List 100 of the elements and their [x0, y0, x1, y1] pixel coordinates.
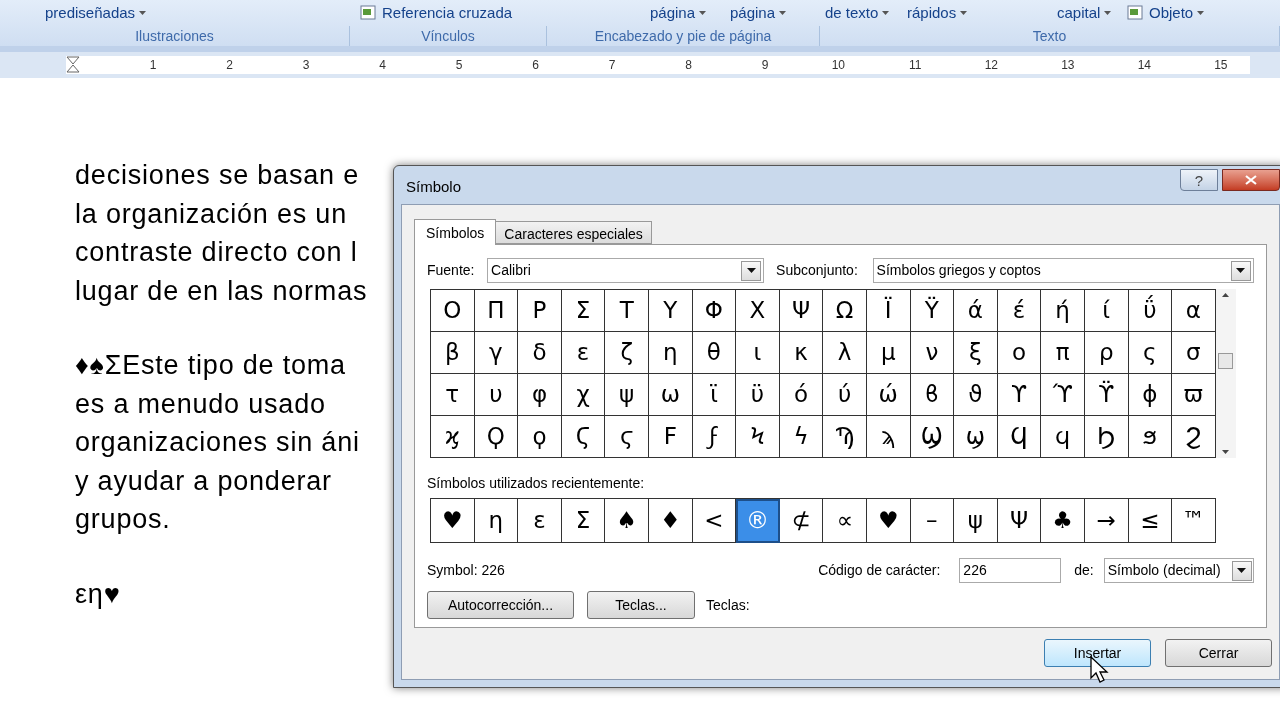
symbol-cell[interactable]: ϖ: [1172, 374, 1216, 416]
ribbon-button[interactable]: página: [650, 1, 730, 25]
symbol-cell[interactable]: Ϟ: [736, 416, 780, 458]
symbol-cell[interactable]: τ: [431, 374, 475, 416]
symbol-cell[interactable]: ζ: [605, 332, 649, 374]
symbol-cell[interactable]: Ϛ: [561, 416, 606, 458]
ribbon-button[interactable]: Objeto: [1127, 1, 1237, 25]
symbol-cell[interactable]: ϐ: [910, 374, 955, 416]
symbol-cell[interactable]: Ϝ: [648, 416, 693, 458]
scrollbar[interactable]: [1215, 289, 1236, 458]
symbol-cell[interactable]: υ: [474, 374, 519, 416]
symbol-cell[interactable]: ή: [1041, 290, 1085, 332]
char-code-field[interactable]: 226: [959, 558, 1062, 583]
symbol-cell[interactable]: Π: [474, 290, 519, 332]
symbol-cell[interactable]: γ: [474, 332, 519, 374]
symbol-cell[interactable]: ξ: [954, 332, 998, 374]
symbol-cell[interactable]: Ϩ: [1172, 416, 1216, 458]
symbol-cell[interactable]: ρ: [1084, 332, 1129, 374]
scroll-down-icon[interactable]: [1222, 450, 1230, 454]
symbol-cell[interactable]: ι: [736, 332, 780, 374]
symbol-cell[interactable]: Ϙ: [474, 416, 519, 458]
dialog-tab[interactable]: Caracteres especiales: [496, 221, 652, 244]
symbol-cell[interactable]: ϑ: [954, 374, 998, 416]
symbol-cell[interactable]: α: [1172, 290, 1216, 332]
symbol-cell[interactable]: ϛ: [605, 416, 649, 458]
help-button[interactable]: ?: [1180, 169, 1218, 191]
symbol-cell[interactable]: Χ: [736, 290, 780, 332]
symbol-cell[interactable]: σ: [1172, 332, 1216, 374]
symbol-cell[interactable]: ά: [954, 290, 998, 332]
symbol-cell[interactable]: π: [1041, 332, 1085, 374]
symbol-cell[interactable]: ϟ: [779, 416, 824, 458]
symbol-cell[interactable]: Ϡ: [823, 416, 867, 458]
scroll-up-icon[interactable]: [1222, 293, 1230, 297]
symbol-cell[interactable]: Ϥ: [997, 416, 1042, 458]
symbol-cell[interactable]: ϓ: [1041, 374, 1085, 416]
dropdown-button[interactable]: [1232, 560, 1252, 581]
font-select[interactable]: Calibri: [487, 258, 765, 283]
symbol-cell[interactable]: Ψ: [779, 290, 824, 332]
dialog-button[interactable]: Teclas...: [587, 591, 695, 619]
symbol-cell[interactable]: ϥ: [1041, 416, 1085, 458]
symbol-cell[interactable]: ύ: [823, 374, 867, 416]
symbol-cell[interactable]: ω: [648, 374, 693, 416]
symbol-cell[interactable]: Υ: [648, 290, 693, 332]
symbol-cell[interactable]: ϡ: [866, 416, 911, 458]
symbol-cell[interactable]: ν: [910, 332, 955, 374]
symbol-cell[interactable]: ϙ: [518, 416, 562, 458]
symbol-cell[interactable]: Ρ: [518, 290, 562, 332]
symbol-cell[interactable]: Ϋ: [910, 290, 955, 332]
symbol-cell[interactable]: Φ: [692, 290, 737, 332]
symbol-cell[interactable]: ϗ: [431, 416, 475, 458]
ribbon-button[interactable]: Referencia cruzada: [360, 1, 650, 25]
symbol-cell[interactable]: φ: [518, 374, 562, 416]
symbol-cell[interactable]: δ: [518, 332, 562, 374]
symbol-cell[interactable]: Τ: [605, 290, 649, 332]
ribbon-button[interactable]: prediseñadas: [0, 1, 360, 25]
ribbon-button[interactable]: de texto: [825, 1, 907, 25]
symbol-cell[interactable]: ϧ: [1128, 416, 1173, 458]
dialog-tab[interactable]: Símbolos: [414, 219, 497, 245]
symbol-cell[interactable]: Ϊ: [866, 290, 911, 332]
from-select[interactable]: Símbolo (decimal): [1103, 558, 1254, 583]
action-button[interactable]: Insertar: [1044, 639, 1151, 667]
symbol-cell[interactable]: κ: [779, 332, 824, 374]
symbol-cell[interactable]: ό: [779, 374, 824, 416]
symbol-cell[interactable]: ο: [997, 332, 1042, 374]
dropdown-button[interactable]: [1231, 260, 1251, 281]
scrollbar-thumb[interactable]: [1218, 353, 1234, 369]
symbol-cell[interactable]: ΰ: [1128, 290, 1173, 332]
close-button[interactable]: [1222, 169, 1280, 191]
symbol-cell[interactable]: μ: [866, 332, 911, 374]
ribbon-button[interactable]: página: [730, 1, 825, 25]
subset-select[interactable]: Símbolos griegos y coptos: [872, 258, 1254, 283]
symbol-cell[interactable]: ϝ: [692, 416, 737, 458]
symbol-cell[interactable]: Ω: [823, 290, 867, 332]
symbol-cell[interactable]: χ: [561, 374, 606, 416]
symbol-cell[interactable]: ώ: [866, 374, 911, 416]
symbol-cell[interactable]: Ϧ: [1084, 416, 1129, 458]
symbol-cell[interactable]: ε: [561, 332, 606, 374]
symbol-cell[interactable]: ί: [1084, 290, 1129, 332]
symbol-cell[interactable]: ϒ: [997, 374, 1042, 416]
symbol-cell[interactable]: Ο: [431, 290, 475, 332]
symbol-cell[interactable]: θ: [692, 332, 737, 374]
symbol-cell[interactable]: Ϣ: [910, 416, 955, 458]
symbol-cell[interactable]: ϣ: [954, 416, 998, 458]
action-button[interactable]: Cerrar: [1165, 639, 1272, 667]
ribbon-button[interactable]: rápidos: [907, 1, 1057, 25]
symbol-cell[interactable]: ϊ: [692, 374, 737, 416]
dialog-button[interactable]: Autocorrección...: [427, 591, 574, 619]
ribbon-button[interactable]: capital: [1057, 1, 1127, 25]
symbol-cell[interactable]: ϔ: [1084, 374, 1129, 416]
symbol-cell[interactable]: ψ: [605, 374, 649, 416]
symbol-cell[interactable]: ϋ: [736, 374, 780, 416]
symbol-cell[interactable]: έ: [997, 290, 1042, 332]
symbol-cell[interactable]: λ: [823, 332, 867, 374]
dropdown-button[interactable]: [741, 260, 762, 281]
symbol-cell[interactable]: η: [648, 332, 693, 374]
symbol-cell[interactable]: β: [431, 332, 475, 374]
symbol-cell[interactable]: Σ: [561, 290, 606, 332]
document-icon: [1127, 5, 1145, 21]
symbol-cell[interactable]: ϕ: [1128, 374, 1173, 416]
symbol-cell[interactable]: ς: [1128, 332, 1173, 374]
